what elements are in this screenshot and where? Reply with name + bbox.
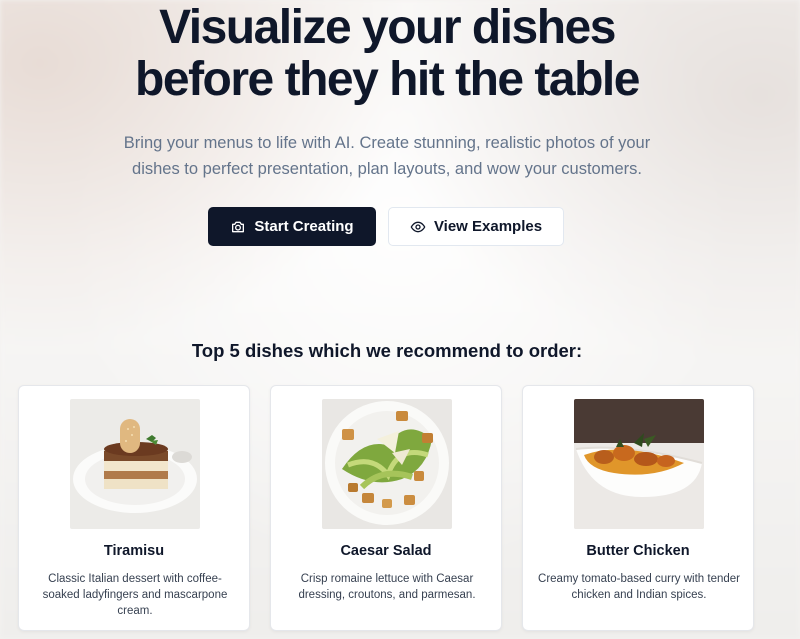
hero-subtitle: Bring your menus to life with AI. Create… bbox=[120, 130, 654, 182]
dish-card-caesar-salad[interactable]: Caesar Salad Crisp romaine lettuce with … bbox=[270, 385, 502, 631]
eye-icon bbox=[410, 221, 426, 232]
start-creating-label: Start Creating bbox=[254, 218, 354, 235]
start-creating-button[interactable]: Start Creating bbox=[208, 207, 376, 246]
view-examples-label: View Examples bbox=[433, 218, 543, 235]
camera-icon bbox=[232, 221, 245, 232]
view-examples-button[interactable]: View Examples bbox=[388, 207, 564, 246]
butter-chicken-photo bbox=[574, 399, 704, 529]
hero-subtitle-line-2: dishes to perfect presentation, plan lay… bbox=[132, 160, 642, 178]
recommended-dishes-title: Top 5 dishes which we recommend to order… bbox=[191, 340, 583, 361]
dish-card-tiramisu[interactable]: Tiramisu Classic Italian dessert with co… bbox=[18, 385, 250, 631]
dish-description: Classic Italian dessert with coffee-soak… bbox=[42, 573, 228, 617]
dish-name: Butter Chicken bbox=[586, 543, 690, 559]
dish-name: Caesar Salad bbox=[340, 543, 432, 559]
tiramisu-photo bbox=[70, 399, 200, 529]
dish-description: Creamy tomato-based curry with tender ch… bbox=[538, 573, 740, 601]
hero-title: Visualize your dishes before they hit th… bbox=[0, 2, 774, 106]
hero-title-line-1: Visualize your dishes bbox=[159, 1, 616, 54]
dish-card-butter-chicken[interactable]: Butter Chicken Creamy tomato-based curry… bbox=[522, 385, 754, 631]
landing-page: Visualize your dishes before they hit th… bbox=[0, 0, 800, 639]
hero-title-line-2: before they hit the table bbox=[135, 53, 640, 106]
hero-subtitle-line-1: Bring your menus to life with AI. Create… bbox=[123, 134, 651, 152]
dish-name: Tiramisu bbox=[103, 543, 165, 559]
caesar-salad-photo bbox=[322, 399, 452, 529]
dish-description: Crisp romaine lettuce with Caesar dressi… bbox=[298, 573, 476, 601]
